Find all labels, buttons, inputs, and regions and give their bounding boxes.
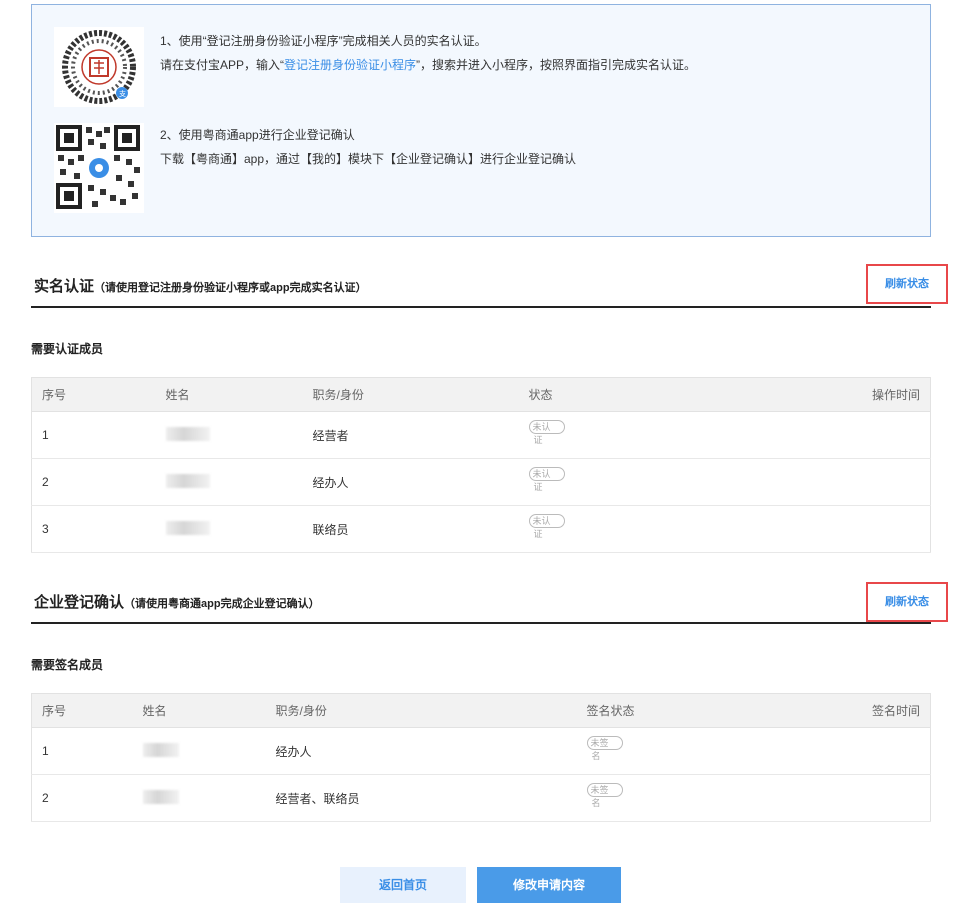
column-header-time: 操作时间 [778, 377, 931, 412]
step-1-instructions: 1、使用“登记注册身份验证小程序”完成相关人员的实名认证。 请在支付宝APP，输… [160, 29, 696, 77]
column-header-name: 姓名 [132, 693, 266, 728]
row-name [132, 727, 266, 775]
row-time [778, 505, 931, 553]
instruction-panel: 支 1、使用“登记注册身份验证小程序”完成相关人员的实名认证。 请在支付宝APP… [31, 4, 931, 237]
edit-application-button[interactable]: 修改申请内容 [477, 867, 621, 903]
status-badge: 未认证 [528, 514, 567, 540]
realname-title-text: 实名认证 [34, 278, 95, 295]
status-badge: 未签名 [586, 736, 625, 762]
step-1-line-1: 1、使用“登记注册身份验证小程序”完成相关人员的实名认证。 [160, 34, 487, 48]
status-badge: 未认证 [528, 420, 567, 446]
row-name [155, 505, 303, 553]
table-row: 1 经营者 未认证 [31, 411, 931, 459]
realname-title-note: （请使用登记注册身份验证小程序或app完成实名认证） [94, 282, 367, 294]
realname-refresh-button[interactable]: 刷新状态 [866, 264, 948, 304]
row-status: 未认证 [518, 505, 779, 553]
row-name [155, 411, 303, 459]
status-badge-text: 未签 [586, 783, 623, 797]
step-2-instructions: 2、使用粤商通app进行企业登记确认 下载【粤商通】app，通过【我的】模块下【… [160, 123, 576, 171]
row-status: 未认证 [518, 458, 779, 506]
step-2-line-2: 下载【粤商通】app，通过【我的】模块下【企业登记确认】进行企业登记确认 [160, 152, 577, 166]
column-header-role: 职务/身份 [302, 377, 519, 412]
row-no: 2 [31, 458, 156, 506]
row-no: 1 [31, 727, 133, 775]
row-role: 经办人 [302, 458, 519, 506]
redacted-name [165, 426, 210, 441]
column-header-no: 序号 [31, 693, 133, 728]
mini-program-qr-code: 支 [54, 27, 144, 107]
redacted-name [165, 473, 210, 488]
column-header-no: 序号 [31, 377, 156, 412]
confirm-subtitle: 需要签名成员 [31, 658, 104, 672]
column-header-sign-time: 签名时间 [776, 693, 931, 728]
row-sign-status: 未签名 [576, 727, 777, 775]
confirm-section-header: 企业登记确认（请使用粤商通app完成企业登记确认） [31, 594, 931, 624]
table-row: 3 联络员 未认证 [31, 505, 931, 553]
table-row: 2 经办人 未认证 [31, 458, 931, 506]
signature-members-table: 序号 姓名 职务/身份 签名状态 签名时间 1 经办人 未签名 2 经营者、联络… [31, 693, 931, 822]
status-badge-text-overflow: 证 [533, 529, 543, 539]
row-sign-status: 未签名 [576, 774, 777, 822]
status-badge-text-overflow: 名 [591, 798, 601, 808]
step-1-line-2-suffix: ”，搜索并进入小程序，按照界面指引完成实名认证。 [416, 58, 697, 72]
step-1-line-2-prefix: 请在支付宝APP，输入“ [160, 58, 285, 72]
row-time [778, 411, 931, 459]
step-2-line-1: 2、使用粤商通app进行企业登记确认 [160, 128, 355, 142]
svg-text:支: 支 [119, 89, 126, 98]
app-qr-code [54, 123, 144, 213]
back-home-button[interactable]: 返回首页 [340, 867, 466, 903]
status-badge-text: 未认 [528, 420, 565, 434]
confirm-section-title: 企业登记确认（请使用粤商通app完成企业登记确认） [34, 594, 320, 613]
realname-section-title: 实名认证（请使用登记注册身份验证小程序或app完成实名认证） [34, 278, 367, 297]
realname-subtitle: 需要认证成员 [31, 342, 104, 356]
row-sign-time [776, 774, 931, 822]
row-status: 未认证 [518, 411, 779, 459]
row-no: 2 [31, 774, 133, 822]
column-header-status: 状态 [518, 377, 779, 412]
row-no: 1 [31, 411, 156, 459]
row-no: 3 [31, 505, 156, 553]
mini-program-link[interactable]: 登记注册身份验证小程序 [284, 58, 416, 72]
row-role: 经办人 [265, 727, 577, 775]
table-header-row: 序号 姓名 职务/身份 状态 操作时间 [31, 377, 931, 412]
status-badge-text: 未认 [528, 514, 565, 528]
status-badge-text: 未认 [528, 467, 565, 481]
redacted-name [165, 520, 210, 535]
row-time [778, 458, 931, 506]
row-name [132, 774, 266, 822]
column-header-role: 职务/身份 [265, 693, 577, 728]
column-header-sign-status: 签名状态 [576, 693, 777, 728]
status-badge-text-overflow: 证 [533, 435, 543, 445]
confirm-refresh-button[interactable]: 刷新状态 [866, 582, 948, 622]
table-row: 2 经营者、联络员 未签名 [31, 774, 931, 822]
status-badge: 未认证 [528, 467, 567, 493]
row-role: 联络员 [302, 505, 519, 553]
status-badge-text: 未签 [586, 736, 623, 750]
realname-section-header: 实名认证（请使用登记注册身份验证小程序或app完成实名认证） [31, 278, 931, 308]
redacted-name [142, 789, 179, 804]
row-name [155, 458, 303, 506]
row-sign-time [776, 727, 931, 775]
column-header-name: 姓名 [155, 377, 303, 412]
status-badge: 未签名 [586, 783, 625, 809]
step-1-line-2: 请在支付宝APP，输入“登记注册身份验证小程序”，搜索并进入小程序，按照界面指引… [160, 53, 696, 77]
redacted-name [142, 742, 179, 757]
confirm-title-text: 企业登记确认 [34, 594, 125, 611]
status-badge-text-overflow: 证 [533, 482, 543, 492]
realname-members-table: 序号 姓名 职务/身份 状态 操作时间 1 经营者 未认证 2 经办人 未认证 … [31, 377, 931, 553]
table-header-row: 序号 姓名 职务/身份 签名状态 签名时间 [31, 693, 931, 728]
table-row: 1 经办人 未签名 [31, 727, 931, 775]
row-role: 经营者 [302, 411, 519, 459]
status-badge-text-overflow: 名 [591, 751, 601, 761]
confirm-title-note: （请使用粤商通app完成企业登记确认） [124, 598, 320, 610]
row-role: 经营者、联络员 [265, 774, 577, 822]
